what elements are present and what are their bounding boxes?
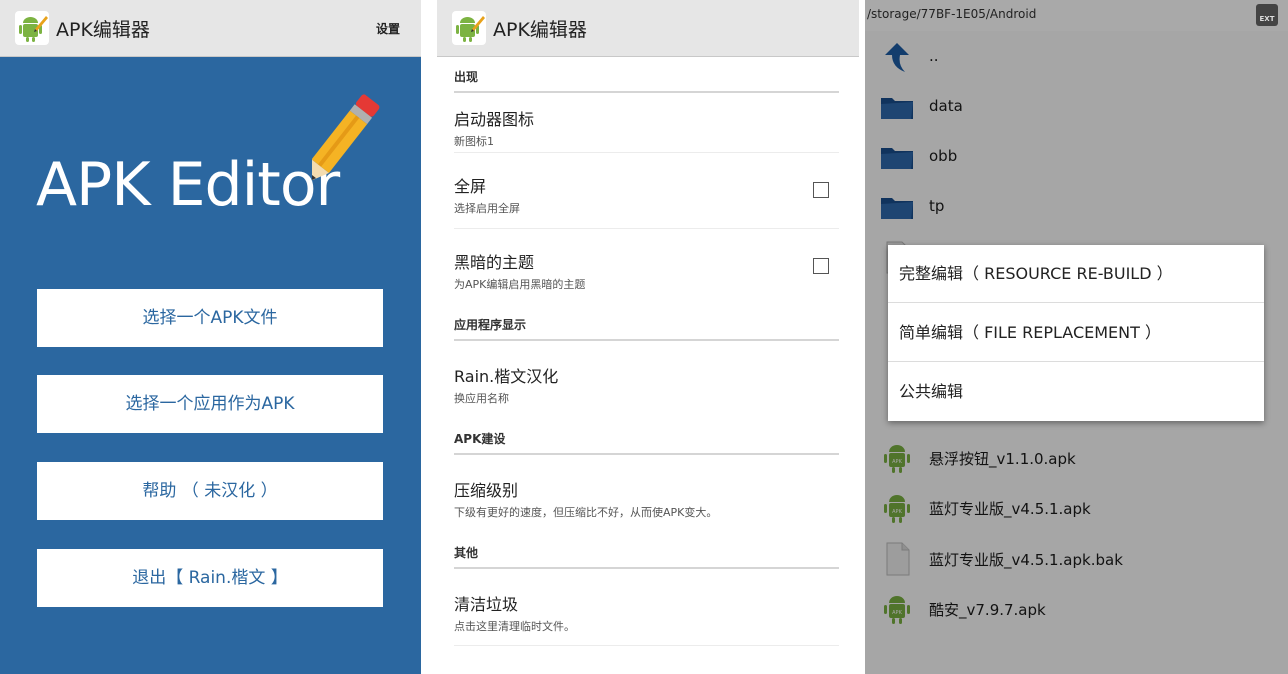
simple-edit-option[interactable]: 简单编辑（ FILE REPLACEMENT ） [888, 304, 1264, 362]
row-divider [454, 152, 839, 153]
pref-summary: 下级有更好的速度，但压缩比不好，从而使APK变大。 [454, 506, 718, 519]
pref-title: 黑暗的主题 [454, 253, 535, 272]
dark-theme-checkbox[interactable] [813, 258, 829, 274]
settings-button[interactable]: 设置 [376, 20, 400, 37]
home-screen: APK编辑器 设置 APK Editor 选择一个APK文件 选择一个应用作为A… [0, 0, 421, 674]
pref-title: Rain.楷文汉化 [454, 367, 559, 386]
section-header-app-display: 应用程序显示 [454, 318, 527, 332]
section-divider [454, 453, 839, 455]
pref-title: 清洁垃圾 [454, 595, 519, 614]
full-edit-option[interactable]: 完整编辑（ RESOURCE RE-BUILD ） [888, 245, 1264, 303]
pref-dark-theme[interactable]: 黑暗的主题 为APK编辑启用黑暗的主题 [454, 249, 839, 292]
edit-mode-dialog: 完整编辑（ RESOURCE RE-BUILD ） 简单编辑（ FILE REP… [888, 245, 1264, 421]
pref-app-name[interactable]: Rain.楷文汉化 换应用名称 [454, 363, 839, 406]
fullscreen-checkbox[interactable] [813, 182, 829, 198]
pref-summary: 选择启用全屏 [454, 202, 520, 215]
row-divider [454, 645, 839, 646]
sd-card-ext-icon[interactable]: EXT [1256, 4, 1278, 26]
pref-launcher-icon[interactable]: 启动器图标 新图标1 [454, 106, 839, 149]
section-header-apk-build: APK建设 [454, 432, 506, 446]
help-button[interactable]: 帮助 （ 未汉化 ） [37, 462, 383, 520]
app-title: APK编辑器 [56, 19, 150, 41]
pref-fullscreen[interactable]: 全屏 选择启用全屏 [454, 173, 839, 216]
pref-title: 全屏 [454, 177, 487, 196]
pref-clean-junk[interactable]: 清洁垃圾 点击这里清理临时文件。 [454, 591, 839, 634]
app-logo-icon [15, 11, 49, 45]
pref-title: 压缩级别 [454, 481, 519, 500]
app-bar: APK编辑器 设置 [0, 0, 421, 57]
pref-summary: 换应用名称 [454, 392, 509, 405]
section-header-appearance: 出现 [454, 70, 479, 84]
pencil-icon [312, 94, 380, 182]
current-path: /storage/77BF-1E05/Android [867, 7, 1037, 21]
file-browser-screen: /storage/77BF-1E05/Android EXT .. data o… [865, 0, 1288, 674]
brand-text: APK Editor [36, 150, 340, 220]
pref-summary: 点击这里清理临时文件。 [454, 620, 575, 633]
pref-compression-level[interactable]: 压缩级别 下级有更好的速度，但压缩比不好，从而使APK变大。 [454, 477, 839, 520]
common-edit-option[interactable]: 公共编辑 [888, 363, 1264, 421]
section-divider [454, 339, 839, 341]
app-title: APK编辑器 [493, 19, 587, 41]
select-apk-file-button[interactable]: 选择一个APK文件 [37, 289, 383, 347]
exit-button[interactable]: 退出【 Rain.楷文 】 [37, 549, 383, 607]
pref-summary: 为APK编辑启用黑暗的主题 [454, 278, 586, 291]
pref-summary: 新图标1 [454, 135, 494, 148]
path-bar: /storage/77BF-1E05/Android EXT [865, 0, 1288, 31]
row-divider [454, 228, 839, 229]
section-divider [454, 567, 839, 569]
pref-title: 启动器图标 [454, 110, 535, 129]
section-divider [454, 91, 839, 93]
section-header-other: 其他 [454, 546, 479, 560]
app-logo-icon [452, 11, 486, 45]
settings-screen: APK编辑器 出现 启动器图标 新图标1 全屏 选择启用全屏 黑暗的主题 为AP… [437, 0, 859, 674]
settings-app-bar: APK编辑器 [437, 0, 859, 57]
select-app-as-apk-button[interactable]: 选择一个应用作为APK [37, 375, 383, 433]
